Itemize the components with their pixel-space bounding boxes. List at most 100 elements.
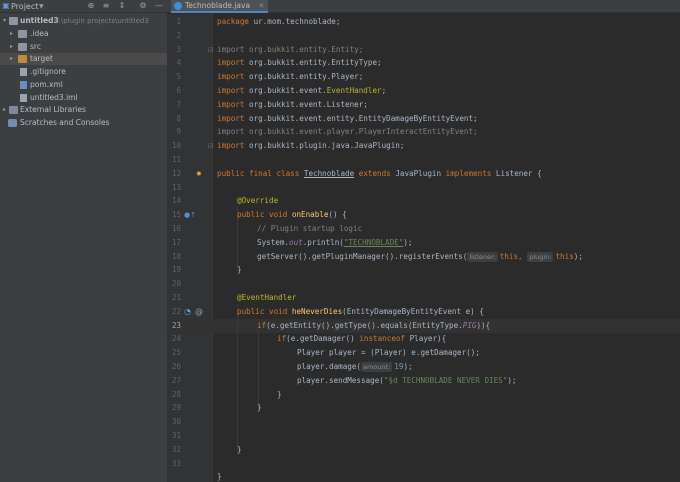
code-token: (EntityDamageByEntityEvent e) {	[342, 307, 484, 316]
scratches-icon	[8, 119, 17, 127]
line-number: 7	[176, 100, 181, 109]
folder-icon	[18, 43, 27, 51]
code-token: PIG	[462, 321, 477, 330]
override-icon[interactable]: ●↑	[184, 208, 196, 222]
code-token: );	[573, 252, 583, 261]
tree-item-idea[interactable]: ▸ .idea	[0, 28, 167, 40]
tree-item-untitled3[interactable]: ▾ untitled3 F:\plugin projects\untitled3	[0, 15, 167, 27]
line-number: 26	[171, 362, 181, 371]
code-token: }	[217, 472, 222, 481]
collapse-all-icon[interactable]: ≡	[101, 1, 111, 11]
code-token: package	[217, 17, 250, 26]
code-token: org.bukkit.entity.Entity;	[244, 45, 364, 54]
tree-item-label: src	[30, 42, 41, 51]
tree-item-iml[interactable]: untitled3.iml	[0, 92, 167, 104]
tree-item-external-libraries[interactable]: ▸ External Libraries	[0, 104, 167, 116]
globe-icon[interactable]: ⊕	[86, 1, 96, 11]
tree-item-scratches[interactable]: Scratches and Consoles	[0, 117, 167, 129]
tree-item-gitignore[interactable]: .gitignore	[0, 66, 167, 78]
project-icon: ▣	[2, 1, 10, 10]
code-token: public void	[237, 307, 292, 316]
code-token: import	[217, 100, 245, 109]
code-token: implements	[445, 169, 496, 178]
code-token: org.bukkit.plugin.java.JavaPlugin;	[244, 141, 405, 150]
annotation-icon[interactable]: @	[195, 305, 203, 319]
line-number: 29	[171, 403, 181, 412]
chevron-right-icon[interactable]: ▸	[8, 28, 15, 40]
project-panel-header: ▣ Project ▼ ⊕ ≡ ⇕ ⚙ —	[0, 0, 167, 13]
code-token: if	[257, 321, 267, 330]
code-line-7: import org.bukkit.event.Listener;	[217, 98, 368, 112]
code-token: Player player = (Player) e.getDamager();	[297, 348, 480, 357]
line-number: 14	[171, 196, 181, 205]
code-line-6: import org.bukkit.event.EventHandler;	[217, 84, 386, 98]
code-token: }	[237, 445, 242, 454]
folder-icon	[18, 30, 27, 38]
tab-technoblade-java[interactable]: Technoblade.java ✕	[171, 0, 269, 13]
line-number: 11	[171, 155, 181, 164]
code-token: );	[403, 362, 413, 371]
tree-item-label: target	[30, 54, 53, 63]
code-token: }	[257, 403, 262, 412]
project-panel: ▣ Project ▼ ⊕ ≡ ⇕ ⚙ — ▾ untitled3 F:\plu…	[0, 0, 167, 482]
code-line-19: }	[237, 263, 242, 277]
code-token: import org.bukkit.event.player.PlayerInt…	[217, 127, 478, 136]
line-number: 28	[171, 390, 181, 399]
class-marker-icon[interactable]: ✹	[196, 167, 202, 181]
code-token: public final class	[217, 169, 304, 178]
chevron-right-icon[interactable]: ▸	[8, 53, 15, 65]
line-number: 31	[171, 431, 181, 440]
line-number: 17	[171, 238, 181, 247]
code-line-16: // Plugin startup logic	[257, 222, 362, 236]
line-number: 5	[176, 72, 181, 81]
code-line-9: import org.bukkit.event.player.PlayerInt…	[217, 125, 478, 139]
expand-all-icon[interactable]: ⇕	[117, 1, 127, 11]
chevron-right-icon[interactable]: ▸	[8, 41, 15, 53]
line-number: 13	[171, 183, 181, 192]
tree-item-src[interactable]: ▸ src	[0, 41, 167, 53]
code-line-27: player.sendMessage("§d TECHNOBLADE NEVER…	[297, 374, 516, 388]
code-line-15: public void onEnable() {	[237, 208, 347, 222]
code-token: );	[507, 376, 517, 385]
code-token: }	[277, 390, 282, 399]
line-number: 18	[171, 252, 181, 261]
code-line-34: }	[217, 470, 222, 482]
chevron-right-icon[interactable]: ▸	[1, 104, 8, 116]
code-line-5: import org.bukkit.entity.Player;	[217, 70, 363, 84]
code-line-8: import org.bukkit.event.entity.EntityDam…	[217, 112, 478, 126]
code-token: player.damage(	[297, 362, 362, 371]
line-number: 25	[171, 348, 181, 357]
tree-item-pom[interactable]: pom.xml	[0, 79, 167, 91]
code-line-23: if(e.getEntity().getType().equals(Entity…	[257, 319, 490, 333]
indent-guide	[237, 304, 238, 454]
project-panel-title[interactable]: Project	[11, 2, 38, 11]
chevron-down-icon[interactable]: ▾	[1, 15, 8, 27]
close-icon[interactable]: ✕	[258, 2, 264, 10]
code-line-29: }	[257, 401, 262, 415]
code-line-17: System.out.println("TECHNOBLADE");	[257, 236, 412, 250]
code-token: System.	[257, 238, 290, 247]
code-token: import	[217, 58, 245, 67]
listener-icon[interactable]: ◔	[184, 305, 191, 319]
minimize-icon[interactable]: —	[154, 1, 164, 11]
line-number: 27	[171, 376, 181, 385]
code-token: org.bukkit.entity.EntityType;	[244, 58, 382, 67]
fold-icon[interactable]: ⊟	[208, 43, 214, 57]
param-hint: amount:	[361, 362, 393, 372]
code-token: org.bukkit.entity.Player;	[244, 72, 364, 81]
code-token: "TECHNOBLADE"	[343, 238, 404, 247]
code-token: if	[277, 334, 287, 343]
line-number: 32	[171, 445, 181, 454]
gear-icon[interactable]: ⚙	[138, 1, 148, 11]
tree-item-target[interactable]: ▸ target	[0, 53, 167, 65]
tree-item-label: untitled3	[20, 16, 59, 25]
code-token: public void	[237, 210, 292, 219]
tree-item-label: .idea	[30, 29, 49, 38]
code-token: org.bukkit.event.entity.EntityDamageByEn…	[244, 114, 478, 123]
fold-icon[interactable]: ⊟	[208, 139, 214, 153]
line-number: 8	[176, 114, 181, 123]
line-number: 6	[176, 86, 181, 95]
chevron-down-icon[interactable]: ▼	[39, 3, 44, 10]
line-number: 10	[171, 141, 181, 150]
code-token: // Plugin startup logic	[257, 224, 363, 233]
